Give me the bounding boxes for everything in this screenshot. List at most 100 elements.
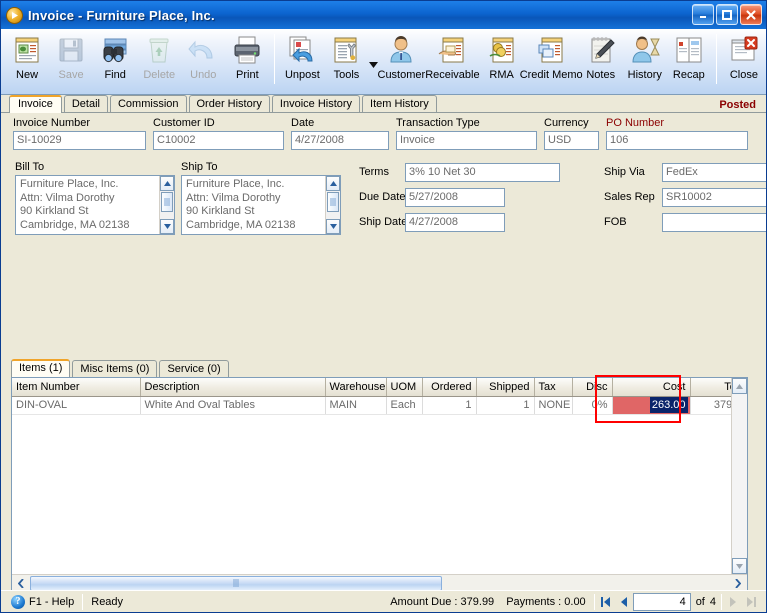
toolbar-undo-button[interactable]: Undo (181, 31, 225, 91)
last-record-icon[interactable] (742, 594, 760, 610)
grid-hscroll-thumb[interactable] (30, 575, 443, 590)
ship-to-textarea[interactable]: Furniture Place, Inc. Attn: Vilma Doroth… (181, 175, 341, 235)
tab-invoice[interactable]: Invoice (9, 95, 62, 113)
col-item-number[interactable]: Item Number (12, 378, 141, 397)
tab-order-history[interactable]: Order History (188, 95, 270, 112)
ship-to-line: Cambridge, MA 02138 (186, 218, 296, 231)
toolbar-customer-button[interactable]: Customer (378, 31, 425, 91)
grid-scroll-left-icon[interactable] (13, 576, 29, 591)
first-record-icon[interactable] (597, 594, 615, 610)
bill-to-textarea[interactable]: Furniture Place, Inc. Attn: Vilma Doroth… (15, 175, 175, 235)
previous-record-icon[interactable] (615, 594, 633, 610)
transaction-type-input[interactable]: Invoice (396, 131, 537, 150)
transaction-type-group: Transaction Type Invoice (396, 117, 537, 150)
toolbar-tools-button[interactable]: Tools (324, 31, 368, 91)
grid-scroll-right-icon[interactable] (730, 576, 746, 591)
scrollbar-thumb[interactable] (327, 192, 339, 212)
ship-to-group: Ship To Furniture Place, Inc. Attn: Vilm… (181, 161, 341, 235)
ship-date-input[interactable]: 4/27/2008 (405, 213, 505, 232)
status-divider (82, 593, 84, 610)
toolbar-receivable-button[interactable]: Receivable (425, 31, 480, 91)
invoice-number-input[interactable]: SI-10029 (13, 131, 146, 150)
toolbar-credit-memo-button[interactable]: Credit Memo (520, 31, 583, 91)
tab-invoice-history[interactable]: Invoice History (271, 95, 361, 112)
recap-icon (673, 34, 705, 66)
po-number-group: PO Number 106 (606, 117, 748, 150)
bill-to-scrollbar[interactable] (159, 176, 174, 234)
toolbar-history-button[interactable]: History (623, 31, 667, 91)
table-row[interactable]: DIN-OVAL White And Oval Tables MAIN Each… (12, 396, 731, 415)
scrollbar-thumb[interactable] (161, 192, 173, 212)
next-record-icon[interactable] (724, 594, 742, 610)
tools-dropdown-arrow-icon[interactable] (368, 61, 378, 68)
col-total[interactable]: Total (690, 378, 731, 397)
col-shipped[interactable]: Shipped (476, 378, 535, 397)
customer-id-input[interactable]: C10002 (153, 131, 284, 150)
minimize-button[interactable] (692, 4, 714, 25)
scroll-up-icon[interactable] (326, 176, 340, 191)
cell-total[interactable]: 379.99 (690, 396, 731, 415)
maximize-button[interactable] (716, 4, 738, 25)
help-hint[interactable]: ? F1 - Help (5, 593, 80, 611)
toolbar-notes-button[interactable]: Notes (579, 31, 623, 91)
grid-scroll-down-icon[interactable] (732, 558, 747, 574)
toolbar-print-button[interactable]: Print (225, 31, 269, 91)
bill-to-label: Bill To (15, 161, 45, 173)
col-cost[interactable]: Cost (612, 378, 691, 397)
cell-description[interactable]: White And Oval Tables (140, 396, 326, 415)
col-description[interactable]: Description (140, 378, 326, 397)
subtab-service[interactable]: Service (0) (159, 360, 229, 377)
col-ordered[interactable]: Ordered (422, 378, 477, 397)
tab-detail[interactable]: Detail (63, 95, 108, 112)
toolbar-rma-button[interactable]: RMA (480, 31, 524, 91)
toolbar-item-label: Save (58, 69, 84, 81)
grid-scroll-up-icon[interactable] (732, 378, 747, 394)
scroll-up-icon[interactable] (160, 176, 174, 191)
toolbar-unpost-button[interactable]: Unpost (280, 31, 324, 91)
ship-via-input[interactable]: FedEx (662, 163, 766, 182)
cell-cost[interactable]: 263.00 (612, 396, 691, 415)
scroll-down-icon[interactable] (326, 219, 340, 234)
toolbar-item-label: Recap (672, 69, 705, 81)
toolbar-save-button[interactable]: Save (49, 31, 93, 91)
cell-ordered[interactable]: 1 (422, 396, 477, 415)
date-input[interactable]: 4/27/2008 (291, 131, 389, 150)
due-date-input[interactable]: 5/27/2008 (405, 188, 505, 207)
toolbar-item-label: Tools (333, 69, 360, 81)
cell-uom[interactable]: Each (386, 396, 423, 415)
tab-commission[interactable]: Commission (109, 95, 187, 112)
toolbar-delete-button[interactable]: Delete (137, 31, 181, 91)
grid-horizontal-scrollbar[interactable] (12, 574, 747, 590)
toolbar-close-button[interactable]: Close (722, 31, 766, 91)
invoice-window: Invoice - Furniture Place, Inc. New Save… (0, 0, 767, 613)
po-number-input[interactable]: 106 (606, 131, 748, 150)
col-uom[interactable]: UOM (386, 378, 423, 397)
subtab-misc-items[interactable]: Misc Items (0) (72, 360, 158, 377)
grid-vertical-scrollbar[interactable] (731, 378, 747, 574)
ship-to-scrollbar[interactable] (325, 176, 340, 234)
toolbar-recap-button[interactable]: Recap (667, 31, 711, 91)
fob-input[interactable] (662, 213, 766, 232)
col-warehouse[interactable]: Warehouse (325, 378, 387, 397)
currency-input[interactable]: USD (544, 131, 599, 150)
cell-disc[interactable]: 0% (572, 396, 613, 415)
cell-item-number[interactable]: DIN-OVAL (12, 396, 141, 415)
tab-item-history[interactable]: Item History (362, 95, 437, 112)
current-record-input[interactable]: 4 (632, 592, 691, 611)
cell-warehouse[interactable]: MAIN (325, 396, 387, 415)
close-window-button[interactable] (740, 4, 762, 25)
terms-input[interactable]: 3% 10 Net 30 (405, 163, 560, 182)
col-disc[interactable]: Disc (572, 378, 613, 397)
subtab-items[interactable]: Items (1) (11, 359, 71, 377)
cell-tax[interactable]: NONE (534, 396, 573, 415)
record-navigation: Amount Due : 379.99 Payments : 0.00 4 of… (384, 592, 760, 611)
toolbar-find-button[interactable]: Find (93, 31, 137, 91)
scroll-down-icon[interactable] (160, 219, 174, 234)
currency-group: Currency USD (544, 117, 599, 150)
grid-hscroll-track[interactable] (30, 575, 729, 590)
col-tax[interactable]: Tax (534, 378, 573, 397)
toolbar-new-button[interactable]: New (5, 31, 49, 91)
toolbar-item-label: Unpost (284, 69, 320, 81)
cell-shipped[interactable]: 1 (476, 396, 535, 415)
sales-rep-input[interactable]: SR10002 (662, 188, 766, 207)
